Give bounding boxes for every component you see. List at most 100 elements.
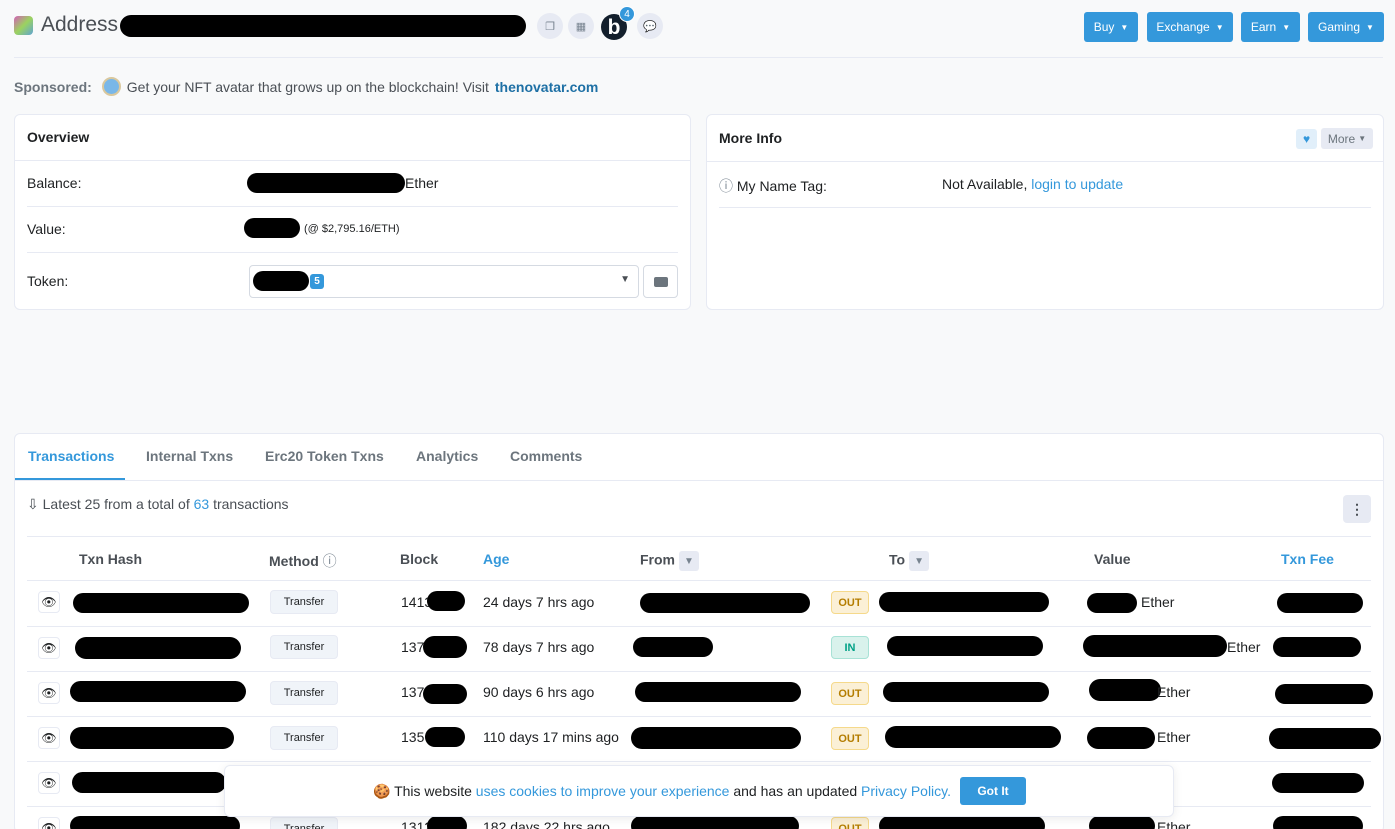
block-redacted <box>427 591 465 611</box>
header-value: Value <box>1094 551 1131 567</box>
txn-hash-redacted[interactable] <box>70 727 234 749</box>
txn-fee-redacted <box>1273 637 1361 657</box>
age-cell: 78 days 7 hrs ago <box>483 639 595 655</box>
token-count-badge: 5 <box>310 274 324 289</box>
exchange-button[interactable]: Exchange ▼ <box>1147 12 1233 42</box>
value-redacted <box>1087 593 1137 613</box>
header-to: To ▼ <box>889 551 930 571</box>
tab-analytics[interactable]: Analytics <box>416 448 478 464</box>
direction-badge: OUT <box>831 682 869 705</box>
earn-button[interactable]: Earn ▼ <box>1241 12 1300 42</box>
balance-unit: Ether <box>405 175 439 191</box>
block-link[interactable]: 135 <box>401 729 424 745</box>
token-label: Token: <box>27 273 69 289</box>
tab-transactions[interactable]: Transactions <box>28 448 114 464</box>
from-redacted[interactable] <box>640 593 810 613</box>
token-dropdown[interactable]: 5 ▼ <box>249 265 639 298</box>
sponsored-text: Get your NFT avatar that grows up on the… <box>126 78 489 95</box>
more-options-icon[interactable]: ⋮ <box>1343 495 1371 523</box>
transactions-count-link[interactable]: 63 <box>194 496 210 512</box>
txn-fee-redacted <box>1275 684 1373 704</box>
got-it-button[interactable]: Got It <box>960 777 1026 805</box>
direction-badge: IN <box>831 636 869 659</box>
login-link[interactable]: login to update <box>1031 176 1123 192</box>
divider <box>27 252 678 253</box>
more-dropdown-button[interactable]: More ▼ <box>1321 128 1373 149</box>
address-redacted <box>120 15 526 37</box>
header-txn-fee[interactable]: Txn Fee <box>1281 551 1334 567</box>
eye-icon[interactable]: 👁 <box>38 727 60 749</box>
site-logo[interactable] <box>14 16 33 35</box>
chevron-down-icon: ▼ <box>1120 22 1129 32</box>
help-icon: ⓘ <box>719 178 733 194</box>
to-redacted[interactable] <box>885 726 1061 748</box>
sponsored-label: Sponsored: <box>14 78 92 95</box>
cookie-icon: 🍪 <box>373 783 391 799</box>
notification-badge: 4 <box>619 6 635 22</box>
eye-icon[interactable]: 👁 <box>38 591 60 613</box>
method-badge: Transfer <box>270 635 338 659</box>
from-redacted[interactable] <box>631 727 801 749</box>
eye-icon[interactable]: 👁 <box>38 817 60 829</box>
divider <box>27 716 1371 717</box>
txn-hash-redacted[interactable] <box>72 772 226 793</box>
from-redacted[interactable] <box>633 637 713 657</box>
value-redacted <box>1089 816 1155 829</box>
block-redacted <box>425 727 465 747</box>
divider <box>27 536 1371 537</box>
filter-icon[interactable]: ▼ <box>679 551 699 571</box>
eye-icon[interactable]: 👁 <box>38 682 60 704</box>
block-link[interactable]: 137 <box>401 639 424 655</box>
header-age[interactable]: Age <box>483 551 509 567</box>
token-value-redacted <box>253 271 309 291</box>
name-tag-label: ⓘ My Name Tag: <box>719 178 827 194</box>
block-link[interactable]: 137 <box>401 684 424 700</box>
eye-icon[interactable]: 👁 <box>38 772 60 794</box>
to-redacted[interactable] <box>879 816 1045 829</box>
value-redacted <box>244 218 300 238</box>
header-block: Block <box>400 551 439 567</box>
overview-card: Overview Balance: Ether Value: (@ $2,795… <box>14 114 691 310</box>
copy-icon[interactable]: ❐ <box>537 13 563 39</box>
divider <box>27 206 678 207</box>
gaming-button[interactable]: Gaming ▼ <box>1308 12 1384 42</box>
balance-redacted <box>247 173 405 193</box>
eye-icon[interactable]: 👁 <box>38 637 60 659</box>
sponsored-link[interactable]: thenovatar.com <box>495 79 598 95</box>
wallet-button[interactable] <box>643 265 678 298</box>
from-redacted[interactable] <box>631 816 799 829</box>
page-title: Address <box>41 13 119 36</box>
from-redacted[interactable] <box>635 682 801 702</box>
buy-button[interactable]: Buy ▼ <box>1084 12 1138 42</box>
cookies-link[interactable]: uses cookies to improve your experience <box>476 783 730 799</box>
privacy-policy-link[interactable]: Privacy Policy. <box>861 783 951 799</box>
name-tag-value: Not Available, login to update <box>942 176 1124 192</box>
value-unit: Ether <box>1157 729 1191 745</box>
divider <box>27 626 1371 627</box>
block-redacted <box>423 684 467 704</box>
tab-internal-txns[interactable]: Internal Txns <box>146 448 233 464</box>
divider <box>719 207 1371 208</box>
tab-comments[interactable]: Comments <box>510 448 582 464</box>
txn-hash-redacted[interactable] <box>70 681 246 702</box>
to-redacted[interactable] <box>883 682 1049 702</box>
method-badge: Transfer <box>270 681 338 705</box>
cookie-banner: 🍪 This website uses cookies to improve y… <box>224 765 1174 817</box>
more-info-title: More Info <box>719 130 782 146</box>
txn-hash-redacted[interactable] <box>75 637 241 659</box>
balance-label: Balance: <box>27 175 82 191</box>
divider <box>14 57 1383 58</box>
age-cell: 24 days 7 hrs ago <box>483 594 595 610</box>
txn-hash-redacted[interactable] <box>70 816 240 829</box>
qr-code-icon[interactable]: ▦ <box>568 13 594 39</box>
filter-icon[interactable]: ▼ <box>909 551 930 571</box>
more-info-card: More Info ♥ More ▼ ⓘ My Name Tag: Not Ava… <box>706 114 1384 310</box>
value-unit: Ether <box>1157 819 1191 829</box>
tab-erc20-token-txns[interactable]: Erc20 Token Txns <box>265 448 384 464</box>
chat-icon[interactable]: 💬 <box>637 13 663 39</box>
to-redacted[interactable] <box>879 592 1049 612</box>
favorite-heart-icon[interactable]: ♥ <box>1296 129 1317 149</box>
txn-hash-redacted[interactable] <box>73 593 249 613</box>
to-redacted[interactable] <box>887 636 1043 656</box>
txn-fee-redacted <box>1269 728 1381 749</box>
